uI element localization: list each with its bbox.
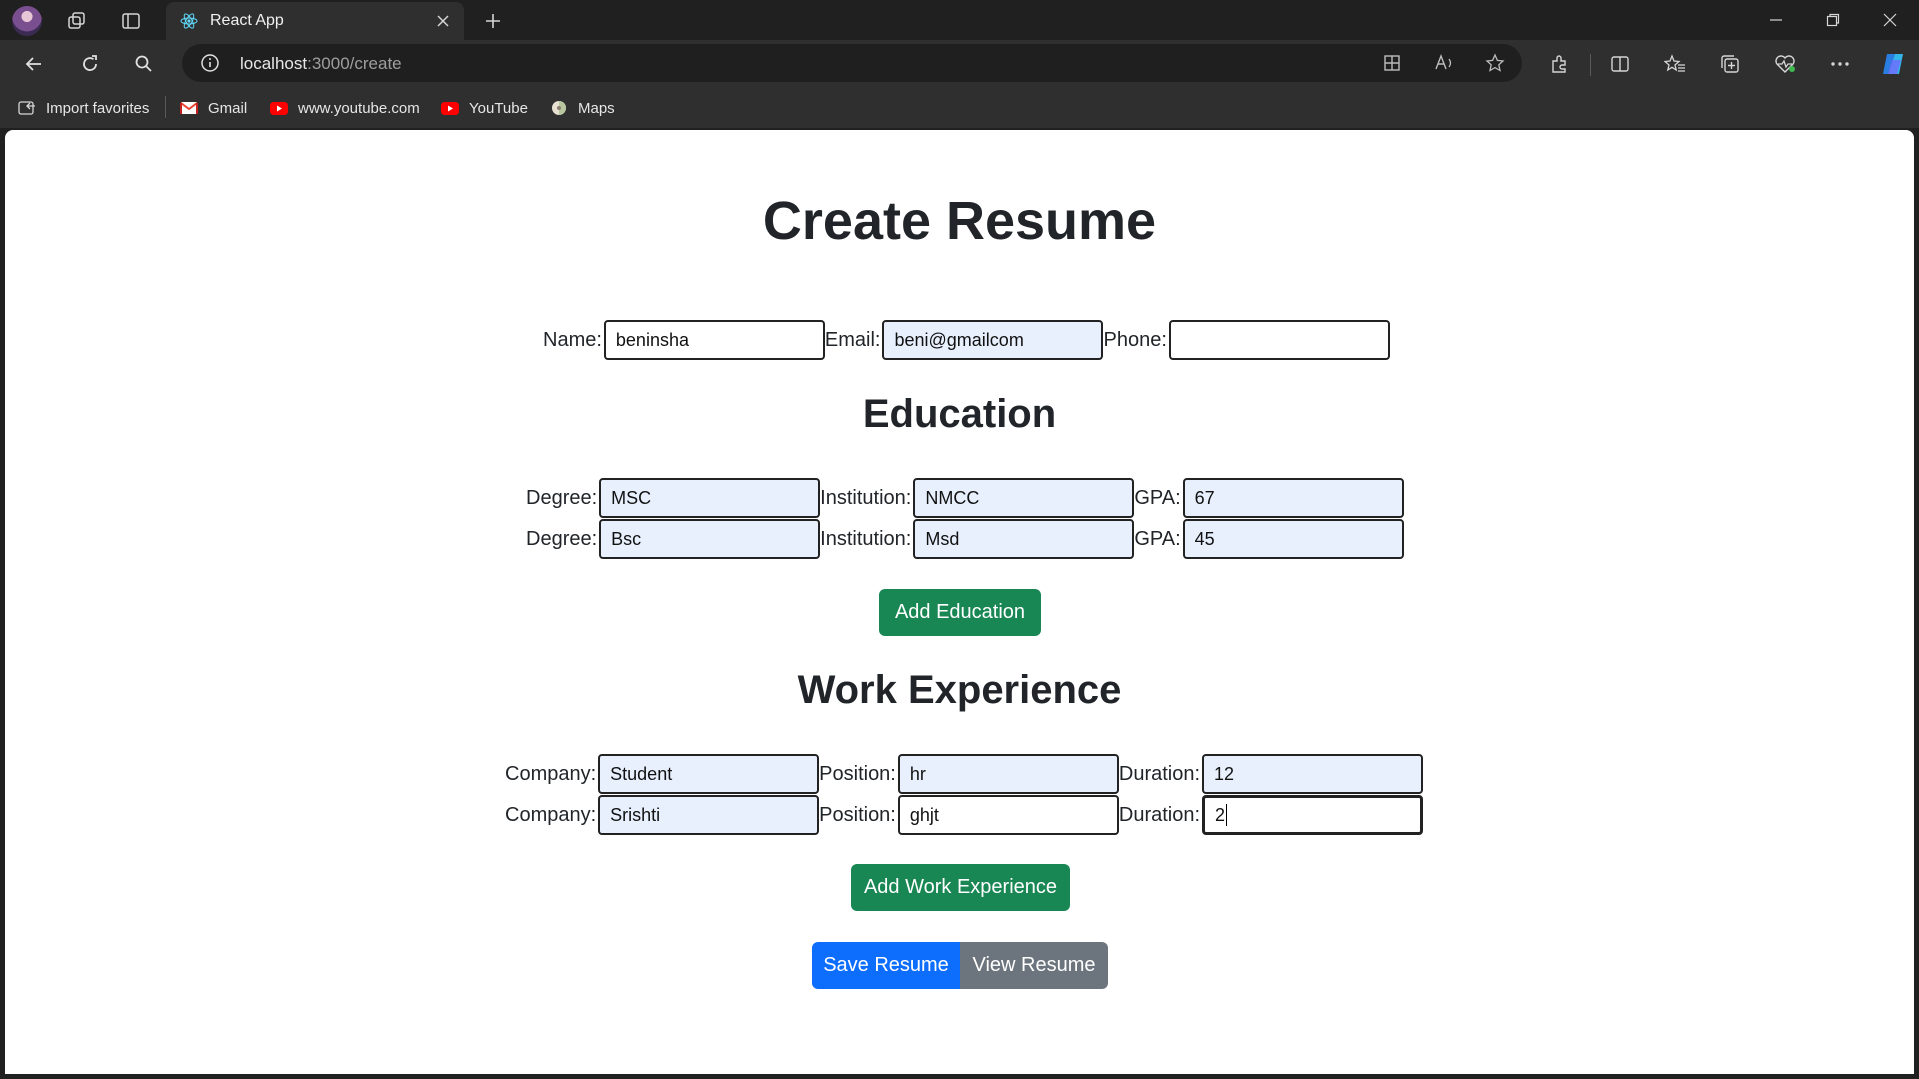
- bookmark-label: YouTube: [469, 99, 528, 117]
- bookmark-label: Gmail: [208, 99, 248, 117]
- youtube-icon: [270, 100, 288, 116]
- toolbar-divider: [1590, 54, 1591, 76]
- education-row: Degree: MSC Institution: NMCC GPA: 67: [526, 478, 1404, 518]
- duration-value: 2: [1215, 804, 1226, 825]
- app-available-icon[interactable]: [1382, 53, 1402, 73]
- window-bottom-edge: [0, 1074, 1919, 1079]
- gpa-label: GPA:: [1134, 527, 1181, 550]
- collections-icon[interactable]: [1716, 50, 1744, 78]
- company-input[interactable]: Srishti: [598, 795, 820, 835]
- company-label: Company:: [505, 803, 597, 826]
- bookmarks-bar: Import favorites Gmail www.youtube.com Y…: [0, 88, 1919, 128]
- work-experience-row: Company: Student Position: hr Duration: …: [505, 754, 1424, 794]
- duration-label: Duration:: [1118, 803, 1201, 826]
- work-experience-row: Company: Srishti Position: ghjt Duration…: [505, 795, 1424, 835]
- favorite-star-icon[interactable]: [1484, 53, 1506, 73]
- favorites-icon[interactable]: [1661, 50, 1689, 78]
- bookmark-gmail[interactable]: Gmail: [180, 96, 247, 120]
- gpa-input[interactable]: 67: [1182, 478, 1404, 518]
- duration-input[interactable]: 2: [1202, 795, 1424, 835]
- position-input[interactable]: hr: [897, 754, 1119, 794]
- education-heading: Education: [862, 392, 1057, 436]
- minimize-icon[interactable]: [1748, 0, 1804, 40]
- page-content: Create Resume Name: beninsha Email: beni…: [5, 130, 1914, 1074]
- import-icon: [18, 100, 36, 116]
- extensions-icon[interactable]: [1545, 50, 1573, 78]
- refresh-icon[interactable]: [76, 50, 104, 78]
- bookmark-import-favorites[interactable]: Import favorites: [18, 96, 149, 120]
- text-caret: [1226, 804, 1228, 826]
- vertical-tabs-icon[interactable]: [118, 8, 144, 34]
- institution-label: Institution:: [820, 527, 912, 550]
- degree-label: Degree:: [526, 527, 598, 550]
- maps-icon: [550, 100, 568, 116]
- gmail-icon: [180, 100, 198, 116]
- degree-label: Degree:: [526, 486, 598, 509]
- personal-info-row: Name: beninsha Email: beni@gmailcom Phon…: [543, 320, 1390, 360]
- email-input[interactable]: beni@gmailcom: [882, 320, 1104, 360]
- page-title: Create Resume: [762, 191, 1157, 251]
- bookmark-youtube[interactable]: YouTube: [441, 96, 528, 120]
- close-window-icon[interactable]: [1862, 0, 1918, 40]
- browser-tab[interactable]: React App: [166, 2, 464, 40]
- name-input[interactable]: beninsha: [603, 320, 825, 360]
- degree-input[interactable]: MSC: [599, 478, 821, 518]
- read-aloud-icon[interactable]: [1434, 53, 1456, 73]
- youtube-icon: [441, 100, 459, 116]
- position-label: Position:: [819, 803, 896, 826]
- institution-input[interactable]: NMCC: [913, 478, 1135, 518]
- position-input[interactable]: ghjt: [897, 795, 1119, 835]
- bookmark-divider: [165, 96, 166, 118]
- address-toolbar: localhost:3000/create: [0, 40, 1919, 88]
- more-options-icon[interactable]: [1826, 50, 1854, 78]
- back-icon[interactable]: [20, 50, 48, 78]
- phone-label: Phone:: [1103, 328, 1167, 351]
- name-label: Name:: [543, 328, 602, 351]
- workspaces-icon[interactable]: [64, 8, 90, 34]
- url-path: :3000/create: [307, 54, 402, 73]
- close-tab-icon[interactable]: [434, 12, 452, 30]
- gpa-label: GPA:: [1134, 486, 1181, 509]
- url-bar[interactable]: localhost:3000/create: [182, 44, 1522, 82]
- save-resume-button[interactable]: Save Resume: [812, 942, 960, 989]
- add-work-experience-button[interactable]: Add Work Experience: [851, 864, 1070, 911]
- gpa-input[interactable]: 45: [1182, 519, 1404, 559]
- education-row: Degree: Bsc Institution: Msd GPA: 45: [526, 519, 1404, 559]
- phone-input[interactable]: [1168, 320, 1390, 360]
- new-tab-icon[interactable]: [480, 8, 506, 34]
- duration-input[interactable]: 12: [1202, 754, 1424, 794]
- browser-essentials-icon[interactable]: [1771, 50, 1799, 78]
- bookmark-label: Import favorites: [46, 99, 150, 117]
- email-label: Email:: [824, 328, 881, 351]
- url-host: localhost: [240, 54, 308, 73]
- search-icon[interactable]: [130, 50, 158, 78]
- degree-input[interactable]: Bsc: [599, 519, 821, 559]
- copilot-icon[interactable]: [1877, 48, 1909, 80]
- institution-label: Institution:: [820, 486, 912, 509]
- react-icon: [180, 12, 198, 30]
- work-experience-heading: Work Experience: [797, 668, 1122, 712]
- add-education-button[interactable]: Add Education: [879, 589, 1041, 636]
- institution-input[interactable]: Msd: [913, 519, 1135, 559]
- profile-avatar[interactable]: [12, 6, 42, 36]
- bookmark-www-youtube[interactable]: www.youtube.com: [270, 96, 420, 120]
- company-input[interactable]: Student: [598, 754, 820, 794]
- bookmark-label: www.youtube.com: [298, 99, 420, 117]
- site-info-icon[interactable]: [200, 53, 220, 73]
- view-resume-button[interactable]: View Resume: [960, 942, 1108, 989]
- split-screen-icon[interactable]: [1606, 50, 1634, 78]
- bookmark-label: Maps: [578, 99, 615, 117]
- tab-title: React App: [210, 12, 284, 29]
- url-text: localhost:3000/create: [240, 54, 402, 74]
- restore-icon[interactable]: [1805, 0, 1861, 40]
- tab-bar: React App: [0, 0, 1919, 40]
- bookmark-maps[interactable]: Maps: [550, 96, 615, 120]
- duration-label: Duration:: [1118, 762, 1201, 785]
- position-label: Position:: [819, 762, 896, 785]
- company-label: Company:: [505, 762, 597, 785]
